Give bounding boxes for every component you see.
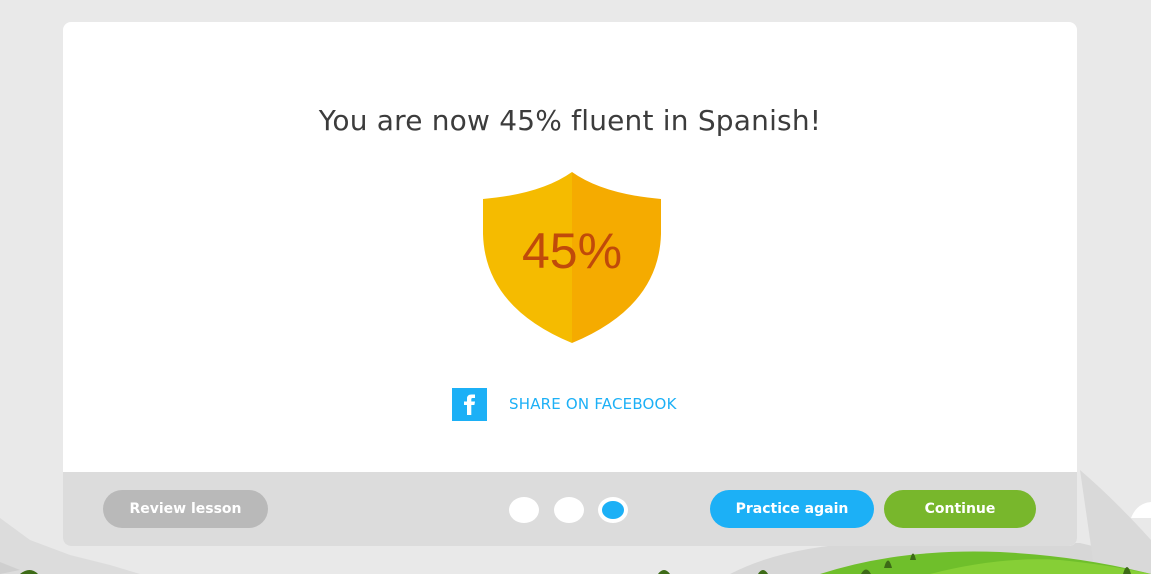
tree-icon-1 (658, 570, 670, 574)
lesson-complete-screen: You are now 45% fluent in Spanish! 45% S… (0, 0, 1151, 574)
facebook-icon (452, 387, 487, 421)
continue-button[interactable]: Continue (884, 490, 1036, 528)
lesson-footer: Review lesson Practice again Continue (63, 472, 1077, 546)
fluency-headline: You are now 45% fluent in Spanish! (318, 104, 822, 137)
share-on-facebook-link[interactable]: SHARE ON FACEBOOK (452, 387, 677, 421)
completion-card: You are now 45% fluent in Spanish! 45% S… (63, 22, 1077, 546)
share-label: SHARE ON FACEBOOK (509, 395, 677, 413)
review-lesson-button[interactable]: Review lesson (103, 490, 268, 528)
progress-dot-1 (509, 497, 539, 523)
shield-percentage: 45% (522, 223, 622, 279)
shield-icon: 45% (483, 172, 661, 343)
practice-again-button[interactable]: Practice again (710, 490, 874, 528)
progress-dot-2 (554, 497, 584, 523)
cloud-icon (1131, 502, 1151, 518)
progress-dot-current (598, 497, 628, 523)
